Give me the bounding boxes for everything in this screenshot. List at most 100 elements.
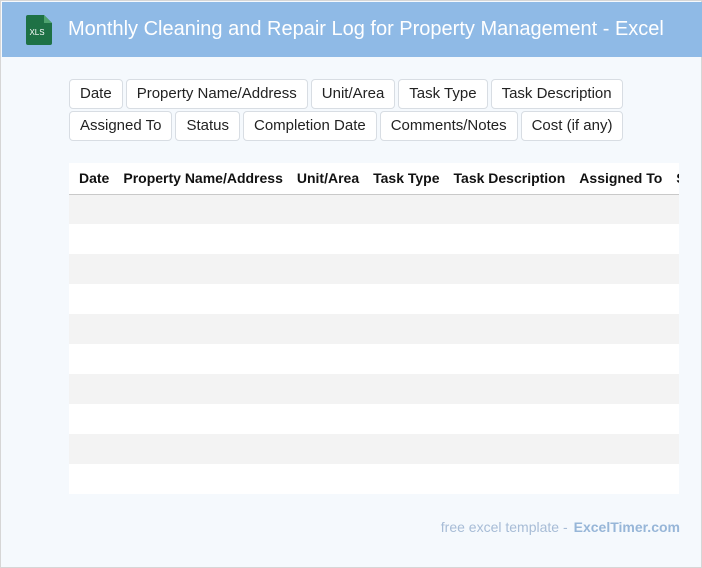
excel-file-icon: XLS	[26, 15, 52, 45]
table-cell[interactable]	[446, 254, 573, 284]
table-row	[69, 434, 679, 464]
table-cell[interactable]	[289, 254, 367, 284]
table-cell[interactable]	[669, 224, 679, 254]
field-chip: Task Type	[398, 79, 488, 109]
table-cell[interactable]	[69, 314, 117, 344]
table-cell[interactable]	[366, 284, 447, 314]
field-chip: Completion Date	[242, 111, 377, 141]
template-preview: XLS Monthly Cleaning and Repair Log for …	[0, 0, 702, 568]
column-header: Status	[669, 163, 679, 195]
table-cell[interactable]	[669, 404, 679, 434]
table-cell[interactable]	[69, 344, 117, 374]
table-cell[interactable]	[572, 464, 670, 494]
table-cell[interactable]	[572, 404, 670, 434]
table-cell[interactable]	[446, 434, 573, 464]
field-chip: Task Description	[490, 79, 623, 109]
table-row	[69, 374, 679, 404]
table-cell[interactable]	[69, 224, 117, 254]
table-cell[interactable]	[289, 434, 367, 464]
table-cell[interactable]	[366, 434, 447, 464]
table-cell[interactable]	[366, 194, 447, 224]
table-cell[interactable]	[446, 404, 573, 434]
table-body	[69, 194, 679, 494]
field-chip: Status	[175, 111, 240, 141]
table-cell[interactable]	[366, 464, 447, 494]
table-cell[interactable]	[116, 374, 290, 404]
table-cell[interactable]	[69, 374, 117, 404]
field-chip: Cost (if any)	[520, 111, 624, 141]
table-cell[interactable]	[572, 254, 670, 284]
table-cell[interactable]	[669, 344, 679, 374]
table-cell[interactable]	[572, 284, 670, 314]
table-cell[interactable]	[69, 254, 117, 284]
table-cell[interactable]	[446, 194, 573, 224]
table-cell[interactable]	[446, 344, 573, 374]
table-cell[interactable]	[446, 314, 573, 344]
column-header: Unit/Area	[289, 163, 367, 195]
table-cell[interactable]	[669, 254, 679, 284]
column-header: Task Description	[446, 163, 573, 195]
table-cell[interactable]	[116, 284, 290, 314]
table-cell[interactable]	[669, 434, 679, 464]
table-cell[interactable]	[116, 404, 290, 434]
table-row	[69, 404, 679, 434]
table-cell[interactable]	[69, 434, 117, 464]
table-cell[interactable]	[572, 314, 670, 344]
table-cell[interactable]	[366, 314, 447, 344]
table-cell[interactable]	[69, 194, 117, 224]
table-cell[interactable]	[669, 374, 679, 404]
table-cell[interactable]	[446, 284, 573, 314]
table-cell[interactable]	[116, 314, 290, 344]
table-cell[interactable]	[116, 344, 290, 374]
table-cell[interactable]	[572, 194, 670, 224]
field-chip: Property Name/Address	[125, 79, 308, 109]
table-cell[interactable]	[116, 224, 290, 254]
field-chip: Assigned To	[69, 111, 173, 141]
table-cell[interactable]	[366, 374, 447, 404]
table-cell[interactable]	[116, 434, 290, 464]
table-cell[interactable]	[446, 224, 573, 254]
table-cell[interactable]	[289, 404, 367, 434]
field-chip: Date	[69, 79, 123, 109]
table-cell[interactable]	[116, 464, 290, 494]
table-cell[interactable]	[669, 464, 679, 494]
table-cell[interactable]	[69, 284, 117, 314]
table-cell[interactable]	[289, 344, 367, 374]
table-row	[69, 194, 679, 224]
table-cell[interactable]	[69, 404, 117, 434]
table-cell[interactable]	[366, 404, 447, 434]
field-chip-list: Date Property Name/Address Unit/Area Task T…	[69, 79, 649, 141]
column-header: Assigned To	[572, 163, 670, 195]
footer-credit: free excel template - ExcelTimer.com	[441, 519, 680, 535]
table-row	[69, 254, 679, 284]
column-header: Property Name/Address	[116, 163, 290, 195]
table-cell[interactable]	[669, 194, 679, 224]
table-cell[interactable]	[669, 284, 679, 314]
field-chip: Comments/Notes	[379, 111, 518, 141]
table-cell[interactable]	[572, 434, 670, 464]
table-cell[interactable]	[289, 284, 367, 314]
footer-brand-link[interactable]: ExcelTimer.com	[574, 519, 680, 535]
table-cell[interactable]	[69, 464, 117, 494]
table-cell[interactable]	[572, 374, 670, 404]
table-cell[interactable]	[116, 194, 290, 224]
table-cell[interactable]	[289, 314, 367, 344]
table-cell[interactable]	[572, 344, 670, 374]
footer-prefix: free excel template -	[440, 519, 568, 535]
table-cell[interactable]	[116, 254, 290, 284]
table-cell[interactable]	[669, 314, 679, 344]
table-cell[interactable]	[289, 464, 367, 494]
table-row	[69, 224, 679, 254]
table-cell[interactable]	[446, 374, 573, 404]
table-cell[interactable]	[572, 224, 670, 254]
header-bar: XLS Monthly Cleaning and Repair Log for …	[2, 2, 702, 57]
table-cell[interactable]	[366, 344, 447, 374]
table-cell[interactable]	[366, 224, 447, 254]
table-cell[interactable]	[289, 374, 367, 404]
table-row	[69, 344, 679, 374]
table-cell[interactable]	[446, 464, 573, 494]
table-cell[interactable]	[289, 194, 367, 224]
log-table-container[interactable]: Date Property Name/Address Unit/Area Task T…	[69, 163, 679, 494]
table-cell[interactable]	[289, 224, 367, 254]
table-cell[interactable]	[366, 254, 447, 284]
